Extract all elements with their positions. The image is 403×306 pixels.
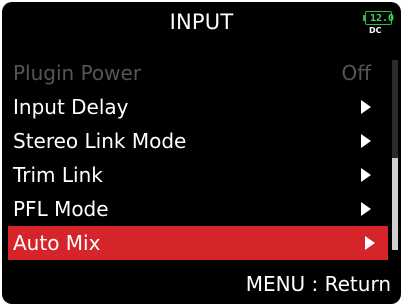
device-screen: INPUT 12.0 DC Plugin Power Off Input Del… — [2, 2, 401, 304]
chevron-right-icon — [361, 202, 371, 216]
menu-item-stereo-link-mode[interactable]: Stereo Link Mode — [2, 124, 389, 158]
chevron-right-icon — [361, 100, 371, 114]
menu-item-auto-mix[interactable]: Auto Mix — [8, 226, 388, 260]
input-menu: Plugin Power Off Input Delay Stereo Link… — [2, 56, 389, 260]
chevron-right-icon — [361, 134, 371, 148]
battery-icon: 12.0 — [365, 11, 395, 25]
menu-item-trim-link[interactable]: Trim Link — [2, 158, 389, 192]
menu-item-label: Auto Mix — [13, 231, 101, 255]
header: INPUT 12.0 DC — [2, 2, 401, 42]
menu-item-input-delay[interactable]: Input Delay — [2, 90, 389, 124]
menu-item-value: Off — [341, 61, 371, 85]
scrollbar-thumb[interactable] — [392, 158, 398, 250]
chevron-right-icon — [361, 168, 371, 182]
power-source-label: DC — [369, 26, 382, 35]
menu-item-label: Plugin Power — [13, 61, 142, 85]
chevron-right-icon — [365, 236, 375, 250]
scrollbar[interactable] — [392, 60, 398, 250]
menu-item-pfl-mode[interactable]: PFL Mode — [2, 192, 389, 226]
menu-item-label: Input Delay — [13, 95, 129, 119]
footer-hint: MENU : Return — [245, 272, 391, 296]
menu-item-plugin-power[interactable]: Plugin Power Off — [2, 56, 389, 90]
battery-indicator: 12.0 DC — [363, 10, 395, 40]
page-title: INPUT — [169, 10, 234, 34]
menu-item-label: Trim Link — [13, 163, 103, 187]
battery-level: 12.0 — [370, 13, 395, 24]
menu-item-label: Stereo Link Mode — [13, 129, 187, 153]
menu-item-label: PFL Mode — [13, 197, 109, 221]
